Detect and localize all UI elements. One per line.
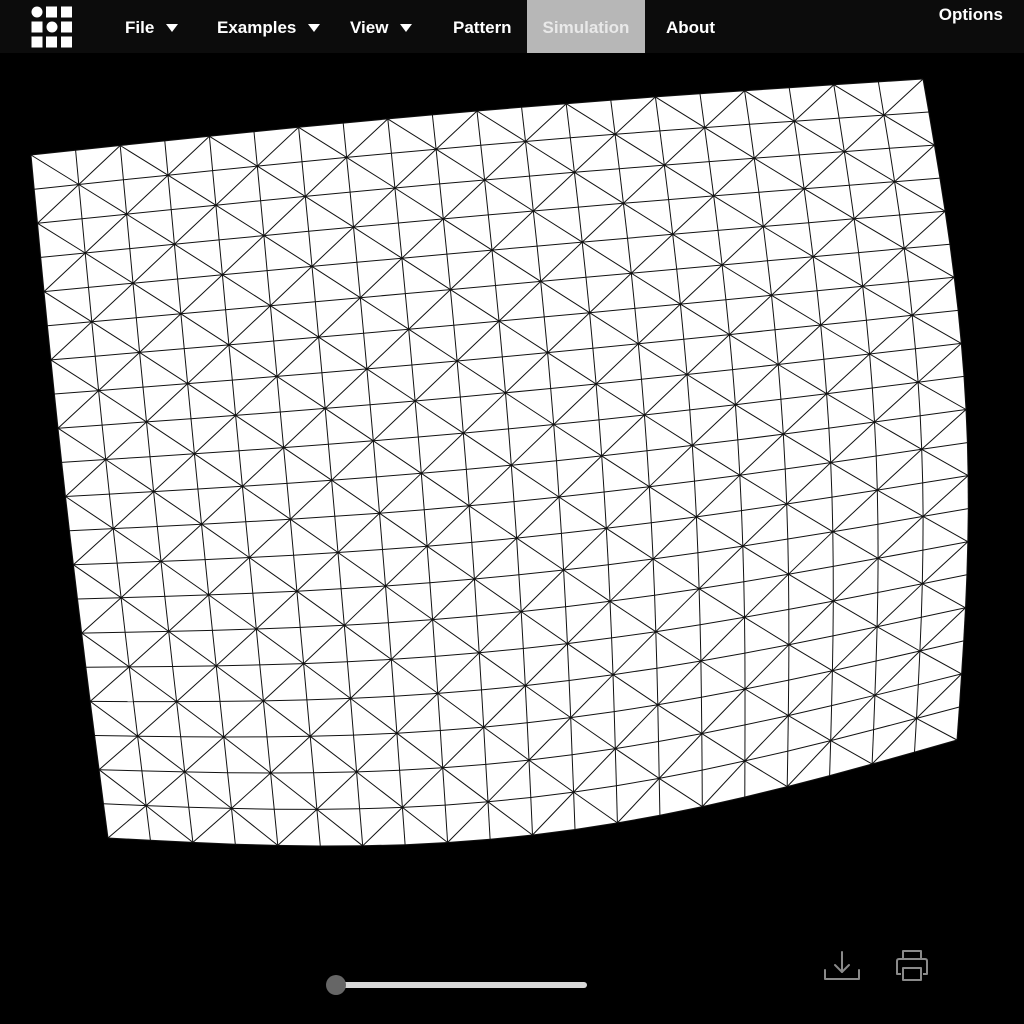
mesh-edge — [787, 538, 789, 575]
mesh-edge — [316, 808, 360, 810]
top-navbar: File Examples View Pattern Simulation Ab… — [0, 0, 1024, 53]
mesh-edge — [657, 704, 659, 742]
mesh-edge — [743, 581, 745, 618]
menu-file[interactable]: File — [125, 0, 179, 53]
mesh-edge — [967, 508, 969, 542]
mesh-edge — [876, 490, 879, 525]
chevron-down-icon — [166, 23, 179, 32]
paper-sheet — [31, 79, 969, 846]
menu-view-label: View — [350, 18, 389, 37]
menu-examples[interactable]: Examples — [217, 0, 321, 53]
mesh-edge — [137, 735, 181, 738]
tab-about-label: About — [666, 18, 716, 37]
mesh-edge — [876, 592, 879, 627]
menu-file-label: File — [125, 18, 155, 37]
tab-simulation-label: Simulation — [542, 18, 630, 37]
mesh-edge — [921, 550, 924, 584]
menu-view[interactable]: View — [350, 0, 413, 53]
download-icon[interactable] — [822, 948, 862, 984]
mesh-edge — [94, 735, 138, 737]
mesh-edge — [787, 715, 789, 752]
mesh-edge — [219, 700, 264, 702]
fold-percent-slider-thumb[interactable] — [326, 975, 346, 995]
simulation-viewport[interactable] — [0, 53, 1024, 933]
origami-mesh — [30, 78, 969, 847]
options-button[interactable]: Options — [939, 5, 1003, 25]
mesh-edge — [266, 735, 311, 738]
mesh-edge — [658, 778, 661, 816]
mesh-edge — [786, 751, 789, 787]
tab-pattern-label: Pattern — [453, 18, 512, 37]
chevron-down-icon — [308, 23, 321, 32]
chevron-down-icon — [400, 23, 413, 32]
mesh-edge — [658, 741, 660, 779]
tab-simulation[interactable]: Simulation — [527, 0, 645, 53]
print-icon[interactable] — [892, 948, 932, 984]
tab-pattern[interactable]: Pattern — [453, 0, 512, 53]
mesh-edge — [277, 844, 321, 847]
fold-percent-slider-track[interactable] — [336, 982, 587, 988]
tab-about[interactable]: About — [666, 0, 715, 53]
mesh-edge — [966, 442, 969, 476]
mesh-edge — [172, 665, 217, 667]
mesh-edge — [831, 635, 834, 671]
mesh-edge — [700, 660, 702, 698]
menu-examples-label: Examples — [217, 18, 297, 37]
app-logo-icon[interactable] — [30, 5, 74, 49]
